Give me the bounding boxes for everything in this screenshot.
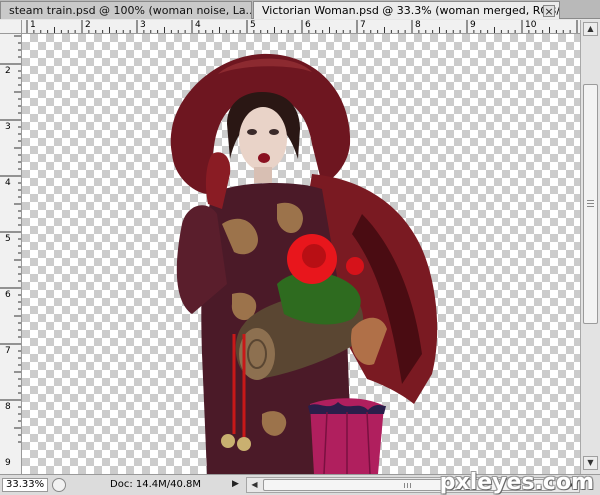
eye-left <box>247 129 257 135</box>
grip-line <box>587 203 594 204</box>
grip-line <box>407 483 408 488</box>
document-canvas[interactable] <box>22 34 580 474</box>
vertical-scrollbar[interactable]: ▲ ▼ <box>580 20 600 474</box>
document-tab-bar: steam train.psd @ 100% (woman noise, La.… <box>0 0 600 19</box>
neck <box>254 167 272 183</box>
ruler-label: 9 <box>470 20 476 30</box>
tassel-bell <box>221 434 235 448</box>
ruler-label: 6 <box>5 290 11 300</box>
ruler-label: 7 <box>360 20 366 30</box>
grip-line <box>587 206 594 207</box>
zoom-level-field[interactable]: 33.33% <box>2 478 48 492</box>
tab-victorian-woman[interactable]: Victorian Woman.psd @ 33.3% (woman merge… <box>253 1 560 19</box>
tassel-bell <box>237 437 251 451</box>
ruler-label: 9 <box>5 458 11 468</box>
ruler-origin[interactable] <box>0 20 22 34</box>
vertical-scroll-thumb[interactable] <box>583 84 598 324</box>
ruler-label: 2 <box>85 20 91 30</box>
ruler-horizontal[interactable]: 1 2 3 4 5 6 7 8 9 10 <box>22 20 580 34</box>
document-size-info: Doc: 14.4M/40.8M <box>110 479 202 490</box>
triangle-left-icon[interactable]: ◀ <box>248 479 261 491</box>
ruler-label: 4 <box>5 178 11 188</box>
ruler-label: 1 <box>30 20 36 30</box>
ruler-label: 10 <box>525 20 537 30</box>
ruler-horizontal-ticks <box>26 20 578 33</box>
triangle-up-icon[interactable]: ▲ <box>583 22 598 36</box>
circle-arrow-icon[interactable] <box>52 478 66 492</box>
ruler-vertical-ticks <box>0 35 21 443</box>
ruler-label: 3 <box>5 122 11 132</box>
tab-label: steam train.psd @ 100% (woman noise, La.… <box>9 4 252 17</box>
grip-line <box>410 483 411 488</box>
ruler-label: 5 <box>5 234 11 244</box>
close-icon[interactable]: × <box>543 5 555 17</box>
tab-label: Victorian Woman.psd @ 33.3% (woman merge… <box>262 4 560 17</box>
grip-line <box>404 483 405 488</box>
rose-inner <box>302 244 326 268</box>
ruler-vertical[interactable]: 2 3 4 5 6 7 8 9 <box>0 34 22 474</box>
ruler-label: 8 <box>415 20 421 30</box>
ruler-label: 7 <box>5 346 11 356</box>
ruler-label: 6 <box>305 20 311 30</box>
ruler-label: 3 <box>140 20 146 30</box>
status-menu-arrow-icon[interactable]: ▶ <box>232 479 239 490</box>
triangle-down-icon[interactable]: ▼ <box>583 456 598 470</box>
tab-steam-train[interactable]: steam train.psd @ 100% (woman noise, La.… <box>0 1 252 19</box>
rose-small <box>346 257 364 275</box>
ruler-label: 8 <box>5 402 11 412</box>
watermark: pxleyes.com <box>439 470 594 495</box>
ruler-label: 2 <box>5 66 11 76</box>
ruler-label: 4 <box>195 20 201 30</box>
ruler-label: 5 <box>250 20 256 30</box>
victorian-woman-artwork <box>170 53 438 474</box>
mouth <box>258 153 270 163</box>
grip-line <box>587 200 594 201</box>
eye-right <box>269 129 279 135</box>
